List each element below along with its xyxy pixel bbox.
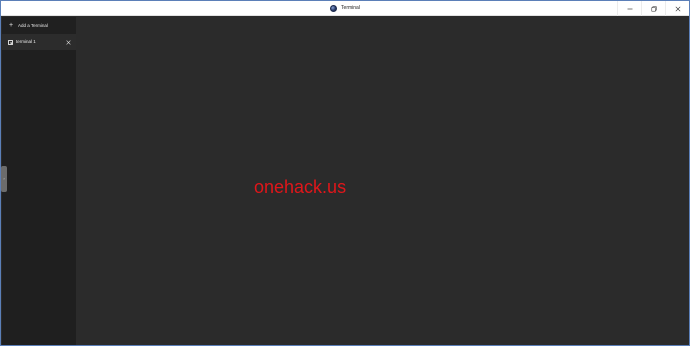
maximize-button[interactable] — [641, 1, 665, 16]
restore-icon — [651, 5, 657, 11]
chevron-right-icon: › — [3, 176, 5, 181]
watermark-text: onehack.us — [254, 177, 347, 197]
window-title: Terminal — [341, 5, 360, 11]
window-controls — [617, 1, 689, 16]
terminal-window: Terminal + Add a Terminal terminal 1 › o… — [0, 0, 690, 346]
title-center: Terminal — [1, 1, 689, 16]
app-globe-icon — [330, 5, 338, 12]
sidebar-collapse-handle[interactable]: › — [1, 166, 7, 192]
close-icon — [675, 6, 680, 11]
terminal-icon — [8, 39, 13, 45]
sidebar-item-label: terminal 1 — [16, 39, 36, 44]
minimize-button[interactable] — [617, 1, 641, 16]
minimize-icon — [627, 8, 632, 9]
close-button[interactable] — [665, 1, 689, 16]
add-terminal-button[interactable]: + Add a Terminal — [2, 17, 76, 34]
close-icon — [65, 39, 71, 45]
add-terminal-label: Add a Terminal — [18, 23, 48, 28]
plus-icon: + — [8, 22, 14, 29]
close-tab-button[interactable] — [65, 34, 71, 50]
terminal-sidebar: + Add a Terminal terminal 1 — [2, 17, 76, 345]
terminal-content-area[interactable]: onehack.us — [76, 17, 689, 345]
title-bar[interactable]: Terminal — [1, 1, 689, 16]
sidebar-item-terminal-1[interactable]: terminal 1 — [2, 34, 76, 50]
